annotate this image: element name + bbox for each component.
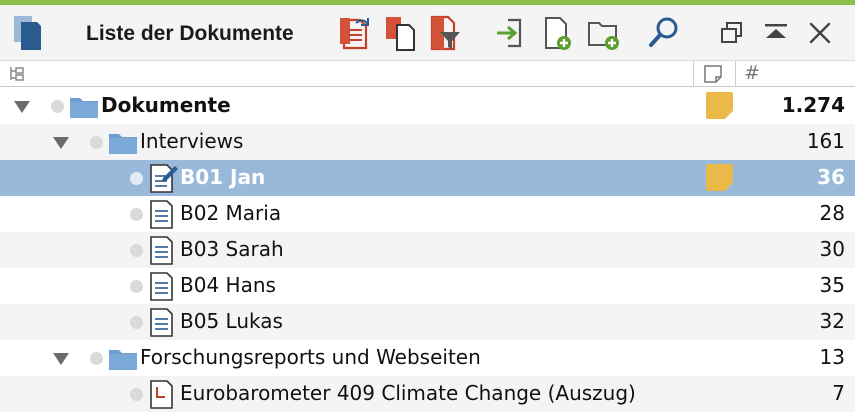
count-column-header[interactable]: # [744,62,760,84]
document-icon [150,200,173,229]
memo-column-icon[interactable] [703,64,723,88]
pdf-document-icon [150,380,173,409]
memo-icon[interactable] [706,164,733,191]
close-icon[interactable] [800,13,840,53]
column-separator[interactable] [735,61,736,87]
row-count: 7 [832,381,845,405]
row-label: B01 Jan [180,165,266,189]
row-count: 35 [819,273,845,297]
document-icon [150,272,173,301]
tree-icon[interactable] [8,65,26,87]
folder-icon [70,98,98,118]
expand-triangle-icon[interactable] [53,353,69,365]
row-count: 30 [819,237,845,261]
folder-icon [109,134,137,154]
document-icon [150,308,173,337]
activation-dot[interactable] [130,388,143,401]
copy-documents-icon[interactable] [381,13,421,53]
document-icon [150,236,173,265]
activation-dot[interactable] [130,316,143,329]
activation-dot[interactable] [51,100,64,113]
window-title: Liste der Dokumente [86,22,294,45]
undo-activation-icon[interactable] [336,13,376,53]
tree-row[interactable]: B02 Maria 28 [0,196,855,232]
search-icon[interactable] [644,13,684,53]
tree-row[interactable]: B03 Sarah 30 [0,232,855,268]
tree-row-selected[interactable]: B01 Jan 36 [0,160,855,196]
documents-panel-icon[interactable] [8,13,48,53]
tree-row[interactable]: B05 Lukas 32 [0,304,855,340]
new-folder-icon[interactable] [583,13,623,53]
activation-dot[interactable] [130,280,143,293]
row-label: B05 Lukas [180,309,283,333]
tree-row[interactable]: B04 Hans 35 [0,268,855,304]
document-edit-icon [150,164,178,193]
row-label: Interviews [140,129,244,153]
activation-dot[interactable] [130,244,143,257]
row-count: 1.274 [781,93,845,117]
row-count: 28 [819,201,845,225]
expand-triangle-icon[interactable] [14,101,30,113]
undock-window-icon[interactable] [712,13,752,53]
tree-row[interactable]: Interviews 161 [0,124,855,160]
folder-icon [109,350,137,370]
expand-triangle-icon[interactable] [53,137,69,149]
row-count: 36 [817,165,845,189]
tree-row[interactable]: Dokumente 1.274 [0,88,855,124]
toolbar: Liste der Dokumente [0,5,855,60]
row-label: Eurobarometer 409 Climate Change (Auszug… [180,381,636,405]
row-count: 32 [819,309,845,333]
row-label: Dokumente [101,93,231,117]
column-separator[interactable] [693,61,694,87]
tree-row[interactable]: Forschungsreports und Webseiten 13 [0,340,855,376]
memo-icon[interactable] [706,92,733,119]
row-label: B04 Hans [180,273,276,297]
activation-dot[interactable] [130,208,143,221]
new-document-icon[interactable] [537,13,577,53]
activation-dot[interactable] [90,352,103,365]
row-label: B03 Sarah [180,237,284,261]
import-icon[interactable] [490,13,530,53]
filter-documents-icon[interactable] [426,13,466,53]
activation-dot[interactable] [90,136,103,149]
row-count: 161 [806,129,845,153]
row-label: Forschungsreports und Webseiten [140,345,481,369]
column-header: # [0,60,855,87]
tree-row[interactable]: Eurobarometer 409 Climate Change (Auszug… [0,376,855,412]
row-label: B02 Maria [180,201,282,225]
collapse-all-icon[interactable] [756,13,796,53]
activation-dot[interactable] [130,172,143,185]
row-count: 13 [819,345,845,369]
